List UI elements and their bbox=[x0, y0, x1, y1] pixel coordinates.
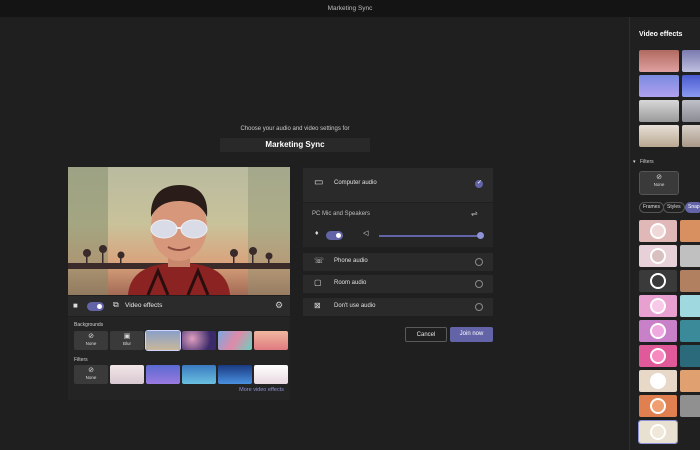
tab-styles[interactable]: Styles bbox=[663, 202, 685, 213]
sidebar-title: Video effects bbox=[639, 31, 683, 38]
sidebar-background-thumb[interactable] bbox=[682, 75, 700, 97]
filter-blue-thumb[interactable] bbox=[182, 365, 216, 384]
snap-filter-thumb[interactable] bbox=[639, 320, 677, 342]
volume-slider-thumb[interactable] bbox=[477, 232, 484, 239]
filter-ocean-thumb[interactable] bbox=[218, 365, 252, 384]
join-now-button[interactable]: Join now bbox=[450, 327, 493, 342]
background-none-label: None bbox=[85, 341, 97, 346]
phone-audio-option[interactable]: ☏ Phone audio bbox=[303, 253, 493, 271]
snap-filter-thumb[interactable] bbox=[639, 345, 677, 367]
none-icon: ⊘ bbox=[88, 333, 94, 340]
computer-audio-label: Computer audio bbox=[334, 180, 377, 186]
backgrounds-label: Backgrounds bbox=[74, 322, 104, 328]
computer-audio-option[interactable]: ▭ Computer audio bbox=[303, 168, 493, 202]
window-title: Marketing Sync bbox=[327, 5, 373, 12]
snap-filter-thumb[interactable] bbox=[639, 220, 677, 242]
snap-filter-thumb[interactable] bbox=[680, 395, 700, 417]
microphone-icon: ♦ bbox=[315, 230, 319, 237]
camera-toggle[interactable] bbox=[87, 302, 104, 311]
snap-filter-thumb[interactable] bbox=[680, 295, 700, 317]
monitor-icon: ▭ bbox=[314, 177, 324, 188]
sidebar-filter-none-label: None bbox=[653, 182, 665, 187]
more-video-effects-link[interactable]: More video effects bbox=[239, 387, 284, 393]
snap-filter-thumb[interactable] bbox=[639, 395, 677, 417]
room-audio-label: Room audio bbox=[334, 280, 367, 286]
video-effects-icon: ⧉ bbox=[113, 300, 119, 309]
video-effects-sidebar: Video effects ▾ Filters ⊘ None Frames St… bbox=[629, 17, 700, 450]
background-sunset-thumb[interactable] bbox=[254, 331, 288, 350]
snap-filter-thumb[interactable] bbox=[680, 320, 700, 342]
gear-icon[interactable]: ⚙ bbox=[275, 300, 283, 311]
room-icon: ▢ bbox=[314, 278, 322, 287]
sidebar-background-thumb[interactable] bbox=[639, 50, 679, 72]
phone-icon: ☏ bbox=[314, 256, 325, 265]
tab-frames[interactable]: Frames bbox=[639, 202, 664, 213]
sidebar-filters-label: Filters bbox=[640, 159, 654, 165]
audio-device-panel: PC Mic and Speakers ⇌ ♦ ◁ bbox=[303, 203, 493, 247]
snap-filter-thumb[interactable] bbox=[680, 345, 700, 367]
computer-audio-radio[interactable] bbox=[475, 179, 483, 188]
background-blur-option[interactable]: ▣ Blur bbox=[110, 331, 144, 350]
sidebar-background-thumb[interactable] bbox=[639, 125, 679, 147]
filter-purple-thumb[interactable] bbox=[146, 365, 180, 384]
snap-filter-thumb[interactable] bbox=[680, 220, 700, 242]
dont-use-audio-radio[interactable] bbox=[475, 303, 483, 311]
microphone-toggle[interactable] bbox=[326, 231, 343, 240]
phone-audio-label: Phone audio bbox=[334, 258, 368, 264]
snap-filter-thumb[interactable] bbox=[639, 370, 677, 392]
background-fantasy-thumb[interactable] bbox=[218, 331, 252, 350]
video-effects-label[interactable]: Video effects bbox=[125, 302, 162, 309]
effects-panel: Backgrounds ⊘ None ▣ Blur Filters ⊘ None… bbox=[68, 317, 290, 400]
blur-icon: ▣ bbox=[123, 333, 131, 340]
none-icon: ⊘ bbox=[88, 367, 94, 374]
speaker-icon: ◁ bbox=[363, 230, 369, 237]
device-settings-icon[interactable]: ⇌ bbox=[471, 209, 478, 218]
no-audio-icon: ⊠ bbox=[314, 301, 321, 310]
camera-feed-image bbox=[68, 167, 290, 295]
sidebar-background-thumb[interactable] bbox=[682, 50, 700, 72]
filter-none-label: None bbox=[85, 375, 97, 380]
snap-filter-thumb-selected[interactable] bbox=[638, 420, 678, 444]
snap-filter-thumb[interactable] bbox=[680, 370, 700, 392]
sidebar-background-thumb[interactable] bbox=[639, 100, 679, 122]
filters-label: Filters bbox=[74, 357, 88, 363]
chevron-down-icon[interactable]: ▾ bbox=[633, 159, 636, 165]
none-icon: ⊘ bbox=[656, 174, 662, 181]
snap-filter-thumb[interactable] bbox=[680, 245, 700, 267]
background-blur-label: Blur bbox=[122, 341, 131, 346]
tab-snap[interactable]: Snap bbox=[685, 202, 700, 213]
background-none-option[interactable]: ⊘ None bbox=[74, 331, 108, 350]
background-space-thumb[interactable] bbox=[182, 331, 216, 350]
filter-soft-thumb[interactable] bbox=[110, 365, 144, 384]
filter-none-option[interactable]: ⊘ None bbox=[74, 365, 108, 384]
sidebar-background-thumb[interactable] bbox=[682, 125, 700, 147]
audio-device-label: PC Mic and Speakers bbox=[312, 211, 371, 217]
sidebar-filter-none[interactable]: ⊘ None bbox=[639, 171, 679, 195]
video-preview bbox=[68, 167, 290, 295]
settings-prompt: Choose your audio and video settings for bbox=[240, 126, 350, 132]
window-title-bar: Marketing Sync bbox=[0, 0, 700, 17]
background-beach-thumb[interactable] bbox=[145, 330, 181, 351]
room-audio-radio[interactable] bbox=[475, 280, 483, 288]
sidebar-background-thumb[interactable] bbox=[639, 75, 679, 97]
phone-audio-radio[interactable] bbox=[475, 258, 483, 266]
filter-bright-thumb[interactable] bbox=[254, 365, 288, 384]
camera-icon: ■ bbox=[73, 301, 78, 310]
snap-filter-thumb[interactable] bbox=[639, 270, 677, 292]
dont-use-audio-label: Don't use audio bbox=[334, 303, 376, 309]
dont-use-audio-option[interactable]: ⊠ Don't use audio bbox=[303, 298, 493, 316]
meeting-name: Marketing Sync bbox=[220, 138, 370, 152]
sidebar-background-thumb[interactable] bbox=[682, 100, 700, 122]
snap-filter-thumb[interactable] bbox=[639, 295, 677, 317]
video-toolbar: ■ ⧉ Video effects ⚙ bbox=[68, 296, 290, 316]
volume-slider[interactable] bbox=[379, 235, 481, 237]
room-audio-option[interactable]: ▢ Room audio bbox=[303, 275, 493, 293]
cancel-button[interactable]: Cancel bbox=[405, 327, 447, 342]
snap-filter-thumb[interactable] bbox=[639, 245, 677, 267]
snap-filter-thumb[interactable] bbox=[680, 270, 700, 292]
